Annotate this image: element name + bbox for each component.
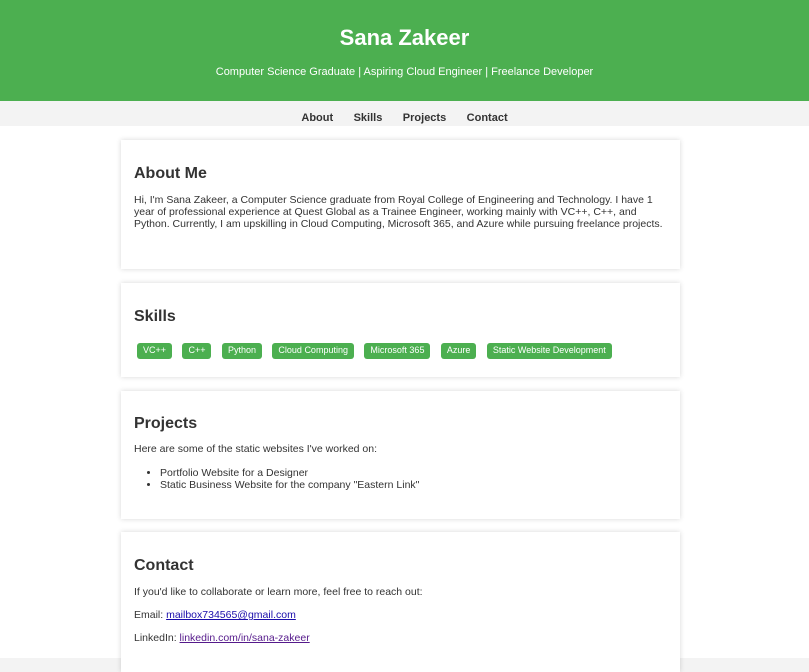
email-label: Email: <box>134 609 167 621</box>
main-nav: About Skills Projects Contact <box>0 101 809 126</box>
nav-link-contact[interactable]: Contact <box>467 112 508 124</box>
about-text: Hi, I'm Sana Zakeer, a Computer Science … <box>134 194 663 230</box>
contact-heading: Contact <box>134 557 194 574</box>
nav-link-projects[interactable]: Projects <box>403 112 446 124</box>
skill-list: VC++ C++ Python Cloud Computing Microsof… <box>134 340 667 359</box>
skills-section: Skills VC++ C++ Python Cloud Computing M… <box>121 283 680 377</box>
projects-intro: Here are some of the static websites I'v… <box>134 443 378 455</box>
nav-link-about[interactable]: About <box>301 112 333 124</box>
skill-tag-cpp: C++ <box>182 342 212 359</box>
linkedin-link[interactable]: linkedin.com/in/sana-zakeer <box>180 632 310 644</box>
tagline: Computer Science Graduate | Aspiring Clo… <box>215 66 594 78</box>
about-section: About Me Hi, I'm Sana Zakeer, a Computer… <box>121 140 680 269</box>
about-heading: About Me <box>134 165 207 182</box>
contact-section: Contact If you'd like to collaborate or … <box>121 532 680 672</box>
nav-link-skills[interactable]: Skills <box>354 112 383 124</box>
list-item: Static Business Website for the company … <box>160 479 667 491</box>
skill-tag-cloud-computing: Cloud Computing <box>272 342 354 359</box>
skill-tag-microsoft-365: Microsoft 365 <box>364 342 431 359</box>
linkedin-row: LinkedIn: linkedin.com/in/sana-zakeer <box>134 632 667 644</box>
page-title: Sana Zakeer <box>339 25 470 50</box>
projects-section: Projects Here are some of the static web… <box>121 391 680 519</box>
email-link[interactable]: mailbox734565@gmail.com <box>166 609 296 621</box>
email-row: Email: mailbox734565@gmail.com <box>134 609 667 621</box>
site-header: Sana Zakeer Computer Science Graduate | … <box>0 0 809 101</box>
projects-heading: Projects <box>134 415 198 432</box>
skills-heading: Skills <box>134 308 176 325</box>
project-list: Portfolio Website for a Designer Static … <box>134 467 667 491</box>
skill-tag-vcpp: VC++ <box>137 342 173 359</box>
linkedin-label: LinkedIn: <box>134 632 180 644</box>
list-item: Portfolio Website for a Designer <box>160 467 667 479</box>
main-content: About Me Hi, I'm Sana Zakeer, a Computer… <box>0 126 809 672</box>
skill-tag-azure: Azure <box>440 342 477 359</box>
skill-tag-python: Python <box>221 342 262 359</box>
contact-intro: If you'd like to collaborate or learn mo… <box>134 586 423 598</box>
skill-tag-static-web: Static Website Development <box>486 342 612 359</box>
